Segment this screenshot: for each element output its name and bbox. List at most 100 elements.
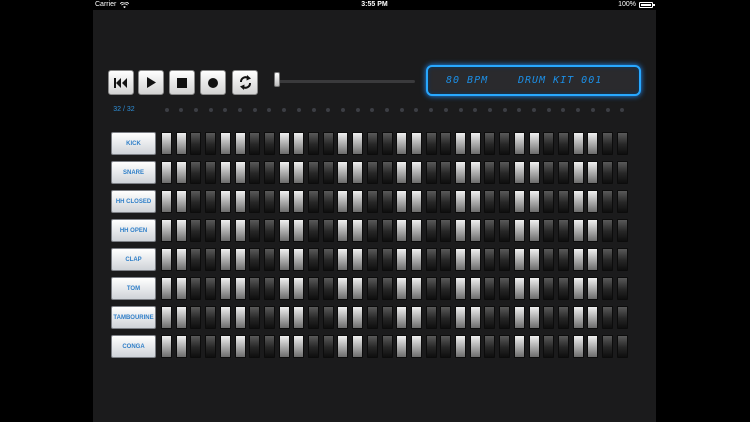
step-pad[interactable] xyxy=(440,190,452,213)
step-pad[interactable] xyxy=(278,248,290,271)
step-pad[interactable] xyxy=(543,219,555,242)
step-pad[interactable] xyxy=(278,277,290,300)
step-pad[interactable] xyxy=(219,277,231,300)
step-pad[interactable] xyxy=(234,335,246,358)
step-pad[interactable] xyxy=(602,132,613,155)
step-pad[interactable] xyxy=(249,335,261,358)
instrument-button-kick[interactable]: KICK xyxy=(111,132,156,155)
step-pad[interactable] xyxy=(455,190,466,213)
step-pad[interactable] xyxy=(513,219,525,242)
step-pad[interactable] xyxy=(469,335,481,358)
step-pad[interactable] xyxy=(469,219,481,242)
step-pad[interactable] xyxy=(352,219,364,242)
step-pad[interactable] xyxy=(484,335,496,358)
step-pad[interactable] xyxy=(308,306,319,329)
step-pad[interactable] xyxy=(161,335,172,358)
step-pad[interactable] xyxy=(455,335,466,358)
step-pad[interactable] xyxy=(175,219,187,242)
step-pad[interactable] xyxy=(455,277,466,300)
step-pad[interactable] xyxy=(381,132,393,155)
step-pad[interactable] xyxy=(337,277,349,300)
step-pad[interactable] xyxy=(234,277,246,300)
step-pad[interactable] xyxy=(366,219,378,242)
step-pad[interactable] xyxy=(190,335,202,358)
step-pad[interactable] xyxy=(410,190,422,213)
step-pad[interactable] xyxy=(602,277,613,300)
step-pad[interactable] xyxy=(469,248,481,271)
step-pad[interactable] xyxy=(352,248,364,271)
step-pad[interactable] xyxy=(543,277,555,300)
step-pad[interactable] xyxy=(293,219,305,242)
step-pad[interactable] xyxy=(513,190,525,213)
instrument-button-snare[interactable]: SNARE xyxy=(111,161,156,184)
step-pad[interactable] xyxy=(543,248,555,271)
step-pad[interactable] xyxy=(175,132,187,155)
step-pad[interactable] xyxy=(425,219,437,242)
step-pad[interactable] xyxy=(543,161,555,184)
step-pad[interactable] xyxy=(572,248,584,271)
step-pad[interactable] xyxy=(484,161,496,184)
step-pad[interactable] xyxy=(308,277,319,300)
step-pad[interactable] xyxy=(557,248,569,271)
step-pad[interactable] xyxy=(557,306,569,329)
loop-button[interactable] xyxy=(232,70,258,95)
step-pad[interactable] xyxy=(469,132,481,155)
step-pad[interactable] xyxy=(308,132,319,155)
record-button[interactable] xyxy=(200,70,226,95)
step-pad[interactable] xyxy=(528,132,540,155)
step-pad[interactable] xyxy=(352,190,364,213)
tempo-slider-track[interactable] xyxy=(275,80,415,83)
step-pad[interactable] xyxy=(190,306,202,329)
step-pad[interactable] xyxy=(219,248,231,271)
step-pad[interactable] xyxy=(190,132,202,155)
step-pad[interactable] xyxy=(499,190,511,213)
step-pad[interactable] xyxy=(205,306,217,329)
step-pad[interactable] xyxy=(557,161,569,184)
instrument-button-clap[interactable]: CLAP xyxy=(111,248,156,271)
instrument-button-tambourine[interactable]: TAMBOURINE xyxy=(111,306,156,329)
step-pad[interactable] xyxy=(528,219,540,242)
step-pad[interactable] xyxy=(322,335,334,358)
step-pad[interactable] xyxy=(278,219,290,242)
step-pad[interactable] xyxy=(557,277,569,300)
step-pad[interactable] xyxy=(322,190,334,213)
step-pad[interactable] xyxy=(425,132,437,155)
step-pad[interactable] xyxy=(293,161,305,184)
step-pad[interactable] xyxy=(396,161,408,184)
step-pad[interactable] xyxy=(308,248,319,271)
step-pad[interactable] xyxy=(293,306,305,329)
step-pad[interactable] xyxy=(587,161,599,184)
step-pad[interactable] xyxy=(513,132,525,155)
step-pad[interactable] xyxy=(234,190,246,213)
step-pad[interactable] xyxy=(190,190,202,213)
step-pad[interactable] xyxy=(410,277,422,300)
step-pad[interactable] xyxy=(190,248,202,271)
step-pad[interactable] xyxy=(616,161,628,184)
step-pad[interactable] xyxy=(572,306,584,329)
step-pad[interactable] xyxy=(263,132,275,155)
step-pad[interactable] xyxy=(616,306,628,329)
step-pad[interactable] xyxy=(616,132,628,155)
step-pad[interactable] xyxy=(219,132,231,155)
step-pad[interactable] xyxy=(455,132,466,155)
step-pad[interactable] xyxy=(572,190,584,213)
step-pad[interactable] xyxy=(234,161,246,184)
step-pad[interactable] xyxy=(293,277,305,300)
step-pad[interactable] xyxy=(484,132,496,155)
step-pad[interactable] xyxy=(249,219,261,242)
step-pad[interactable] xyxy=(499,277,511,300)
instrument-button-conga[interactable]: CONGA xyxy=(111,335,156,358)
step-pad[interactable] xyxy=(440,277,452,300)
stop-button[interactable] xyxy=(169,70,195,95)
step-pad[interactable] xyxy=(396,335,408,358)
step-pad[interactable] xyxy=(249,161,261,184)
step-pad[interactable] xyxy=(528,248,540,271)
step-pad[interactable] xyxy=(337,335,349,358)
step-pad[interactable] xyxy=(337,161,349,184)
step-pad[interactable] xyxy=(440,161,452,184)
step-pad[interactable] xyxy=(440,306,452,329)
step-pad[interactable] xyxy=(425,306,437,329)
step-pad[interactable] xyxy=(455,161,466,184)
step-pad[interactable] xyxy=(425,190,437,213)
step-pad[interactable] xyxy=(293,335,305,358)
